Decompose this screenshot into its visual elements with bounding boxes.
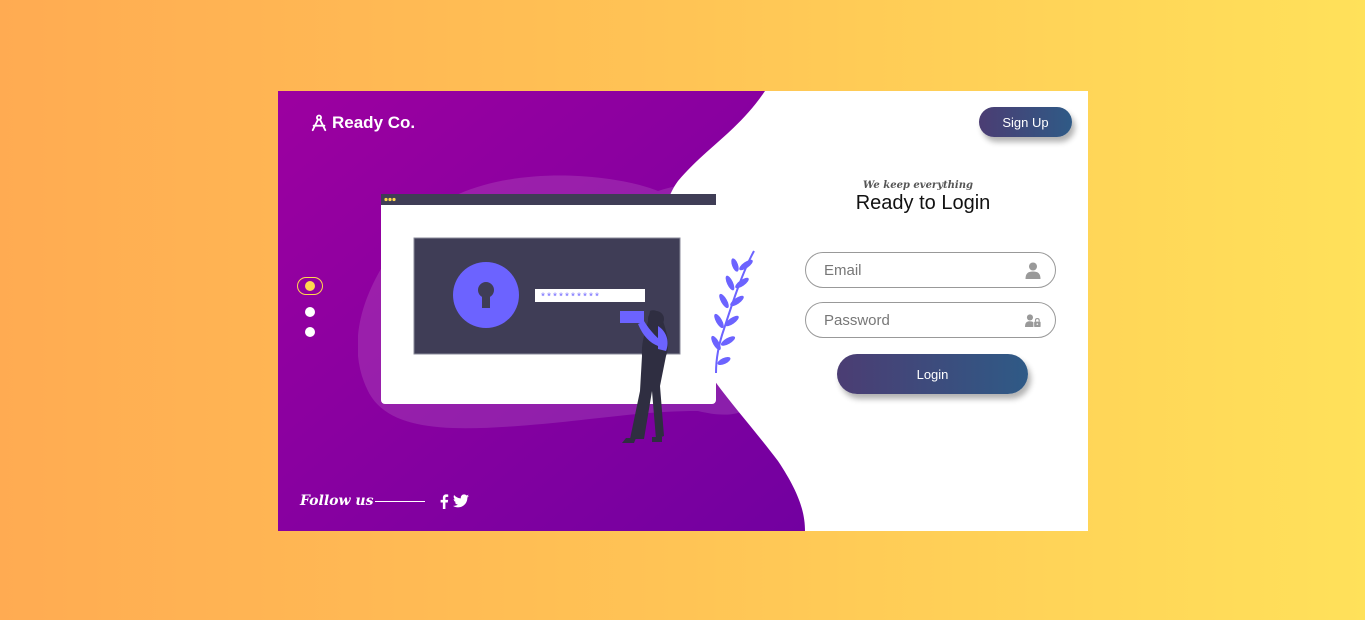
email-input[interactable] (822, 260, 1025, 280)
login-heading: Ready to Login (855, 192, 991, 214)
follow-us-section: Follow us (300, 493, 470, 509)
password-mask-text: ********** (540, 292, 600, 304)
twitter-icon[interactable] (453, 494, 470, 508)
sign-up-button[interactable]: Sign Up (979, 107, 1072, 137)
carousel-dot[interactable] (305, 327, 315, 337)
social-links (439, 493, 470, 509)
user-lock-icon (1025, 313, 1041, 327)
follow-us-label: Follow us (300, 493, 374, 509)
tagline: We keep everything (863, 180, 973, 191)
password-field[interactable] (805, 302, 1056, 338)
follow-divider (375, 500, 426, 502)
carousel-dot-active[interactable] (297, 277, 323, 295)
brand-logo[interactable]: Ready Co. (310, 113, 415, 133)
brand-name: Ready Co. (332, 113, 416, 132)
carousel-dot[interactable] (305, 307, 315, 317)
carousel-indicators (297, 277, 327, 347)
login-button[interactable]: Login (837, 354, 1028, 394)
email-field[interactable] (805, 252, 1056, 288)
facebook-icon[interactable] (439, 493, 449, 509)
password-input[interactable] (822, 310, 1025, 330)
compass-logo-icon (311, 114, 327, 132)
login-card: Ready Co. ********** Follow us Sign Up W… (278, 91, 1088, 531)
login-illustration: ********** (358, 175, 755, 443)
user-icon (1025, 262, 1041, 279)
